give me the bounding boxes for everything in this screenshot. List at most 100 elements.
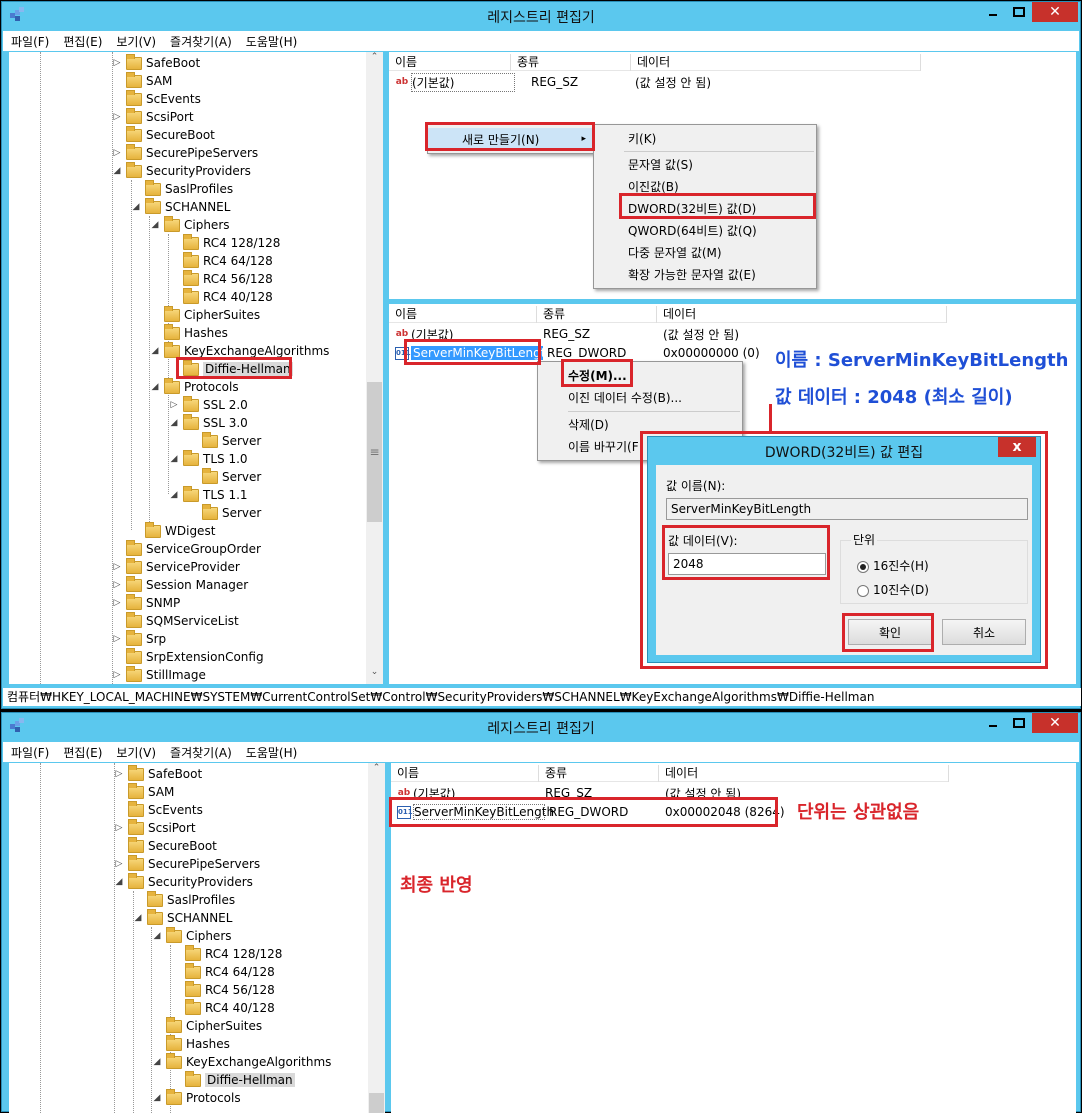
tree-expander-icon[interactable]: ◢ (112, 166, 122, 176)
menu-file[interactable]: 파일(F) (11, 33, 49, 50)
tree-item[interactable]: ▷ Session Manager (112, 575, 248, 594)
scroll-up-icon[interactable]: ⌃ (368, 763, 385, 780)
menu-help[interactable]: 도움말(H) (246, 33, 298, 50)
tree-item[interactable]: ◢ Protocols (150, 377, 239, 396)
tree-expander-icon[interactable]: ◢ (133, 913, 143, 923)
tree-expander-icon[interactable]: ▷ (112, 112, 122, 122)
dec-radio[interactable]: 10진수(D) (857, 581, 929, 598)
column-name[interactable]: 이름 (389, 54, 511, 71)
tree-expander-icon[interactable]: ▷ (112, 580, 122, 590)
column-type[interactable]: 종류 (537, 306, 657, 323)
tree-item[interactable]: RC4 64/128 (171, 962, 275, 981)
tree-item[interactable]: CipherSuites (150, 305, 260, 324)
tree-expander-icon[interactable]: ▷ (169, 400, 179, 410)
tree-item[interactable]: SAM (114, 782, 174, 801)
menu-favorites[interactable]: 즐겨찾기(A) (170, 744, 232, 761)
tree-item[interactable]: ▷ ScsiPort (112, 107, 194, 126)
tree-item[interactable]: ◢ SCHANNEL (133, 908, 232, 927)
column-type[interactable]: 종류 (511, 54, 631, 71)
scroll-down-icon[interactable]: ⌄ (366, 667, 383, 684)
menu-item-key[interactable]: 키(K) (594, 127, 816, 149)
tree-expander-icon[interactable]: ◢ (169, 418, 179, 428)
tree-item[interactable]: Hashes (150, 323, 228, 342)
column-data[interactable]: 데이터 (631, 54, 921, 71)
column-name[interactable]: 이름 (391, 765, 539, 782)
tree-item[interactable]: SaslProfiles (133, 890, 235, 909)
tree-scrollbar[interactable]: ⌃ (368, 763, 385, 1113)
close-button[interactable]: ✕ (1032, 713, 1078, 733)
cancel-button[interactable]: 취소 (942, 619, 1026, 645)
tree-scrollbar[interactable]: ⌃ ≡ ⌄ (366, 52, 383, 684)
tree-expander-icon[interactable]: ▷ (114, 823, 124, 833)
tree-item[interactable]: ▷ SafeBoot (114, 764, 202, 783)
menu-edit[interactable]: 편집(E) (63, 744, 102, 761)
tree-item[interactable]: ServiceGroupOrder (112, 539, 261, 558)
tree-expander-icon[interactable]: ◢ (152, 1093, 162, 1103)
value-row[interactable]: ab (기본값) REG_SZ (값 설정 안 됨) (395, 72, 711, 92)
menu-help[interactable]: 도움말(H) (246, 744, 298, 761)
tree-item[interactable]: ◢ TLS 1.0 (169, 449, 248, 468)
tree-item[interactable]: ▷ ServiceProvider (112, 557, 240, 576)
tree-item[interactable]: CipherSuites (152, 1016, 262, 1035)
tree-item[interactable]: ◢ Ciphers (152, 926, 232, 945)
column-name[interactable]: 이름 (389, 306, 537, 323)
tree-item[interactable]: ▷ SNMP (112, 593, 180, 612)
tree-item[interactable]: Server (188, 467, 261, 486)
menu-favorites[interactable]: 즐겨찾기(A) (170, 33, 232, 50)
tree-item[interactable]: ◢ SecurityProviders (114, 872, 253, 891)
tree-expander-icon[interactable]: ◢ (150, 346, 160, 356)
tree-expander-icon[interactable]: ◢ (169, 490, 179, 500)
tree-item[interactable]: RC4 40/128 (171, 998, 275, 1017)
title-bar[interactable]: 레지스트리 편집기 ✕ (2, 713, 1080, 741)
scroll-thumb[interactable]: ≡ (367, 382, 382, 522)
tree-item[interactable]: ▷ SecurePipeServers (112, 143, 258, 162)
tree-item[interactable]: SrpExtensionConfig (112, 647, 264, 666)
tree-item[interactable]: ScEvents (112, 89, 201, 108)
dialog-close-button[interactable]: x (998, 437, 1036, 457)
column-data[interactable]: 데이터 (659, 765, 949, 782)
tree-item[interactable]: ▷ Srp (112, 629, 166, 648)
tree-item[interactable]: SaslProfiles (131, 179, 233, 198)
tree-expander-icon[interactable]: ▷ (112, 562, 122, 572)
tree-item[interactable]: RC4 128/128 (171, 944, 282, 963)
tree-expander-icon[interactable]: ▷ (112, 148, 122, 158)
tree-item[interactable]: ◢ TLS 1.1 (169, 485, 248, 504)
tree-item[interactable]: SecureBoot (112, 125, 215, 144)
tree-item[interactable]: ▷ StillImage (112, 665, 206, 684)
menu-item-multistring[interactable]: 다중 문자열 값(M) (594, 241, 816, 263)
close-button[interactable]: ✕ (1032, 2, 1078, 22)
key-tree-pane[interactable]: ⌃ ▷ SafeBoot SAM ScEvents ▷ ScsiPort SecureBoo… (9, 763, 385, 1113)
tree-expander-icon[interactable]: ◢ (131, 202, 141, 212)
tree-expander-icon[interactable]: ▷ (112, 598, 122, 608)
menu-item-string[interactable]: 문자열 값(S) (594, 153, 816, 175)
menu-item-qword[interactable]: QWORD(64비트) 값(Q) (594, 219, 816, 241)
maximize-button[interactable] (1006, 2, 1032, 22)
tree-expander-icon[interactable]: ◢ (150, 382, 160, 392)
tree-item[interactable]: SAM (112, 71, 172, 90)
tree-item[interactable]: RC4 56/128 (171, 980, 275, 999)
tree-expander-icon[interactable]: ◢ (114, 877, 124, 887)
tree-item[interactable]: WDigest (131, 521, 215, 540)
menu-edit[interactable]: 편집(E) (63, 33, 102, 50)
tree-item[interactable]: ▷ SafeBoot (112, 53, 200, 72)
hex-radio[interactable]: 16진수(H) (857, 557, 929, 574)
menu-file[interactable]: 파일(F) (11, 744, 49, 761)
tree-expander-icon[interactable]: ▷ (114, 859, 124, 869)
tree-item[interactable]: Hashes (152, 1034, 230, 1053)
scroll-up-icon[interactable]: ⌃ (366, 52, 383, 69)
tree-expander-icon[interactable]: ◢ (152, 1057, 162, 1067)
column-data[interactable]: 데이터 (657, 306, 947, 323)
value-name-field[interactable]: ServerMinKeyBitLength (666, 498, 1028, 520)
tree-expander-icon[interactable]: ▷ (112, 670, 122, 680)
tree-expander-icon[interactable]: ▷ (112, 634, 122, 644)
tree-item[interactable]: ◢ Ciphers (150, 215, 230, 234)
column-type[interactable]: 종류 (539, 765, 659, 782)
tree-item[interactable]: ScEvents (114, 800, 203, 819)
tree-item[interactable]: ◢ SecurityProviders (112, 161, 251, 180)
menu-view[interactable]: 보기(V) (116, 744, 156, 761)
minimize-button[interactable] (980, 713, 1006, 733)
tree-item[interactable]: RC4 40/128 (169, 287, 273, 306)
tree-item[interactable]: Diffie-Hellman (171, 1070, 295, 1089)
menu-item-expandable[interactable]: 확장 가능한 문자열 값(E) (594, 263, 816, 285)
tree-item[interactable]: ▷ SecurePipeServers (114, 854, 260, 873)
